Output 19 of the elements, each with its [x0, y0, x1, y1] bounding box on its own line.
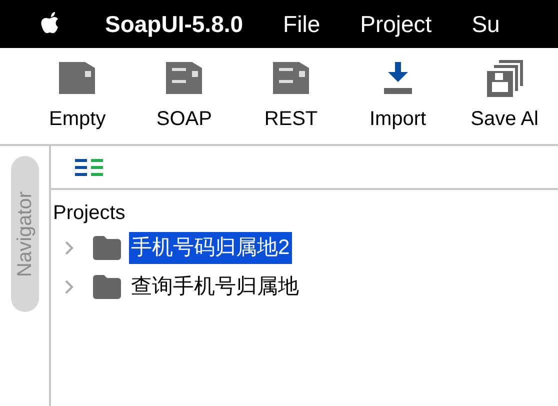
toolbar-button[interactable]: REST [238, 56, 344, 144]
menu-item[interactable]: File [283, 6, 320, 42]
soap-folder-icon [166, 62, 202, 94]
menu-item[interactable]: Project [360, 6, 432, 42]
folder-icon [59, 62, 96, 94]
toolbar-button[interactable]: SOAP [130, 56, 238, 144]
toolbar-button[interactable]: Import [344, 56, 452, 144]
folder-icon [93, 236, 121, 260]
rest-folder-icon [272, 62, 309, 94]
tree-node-label[interactable]: 查询手机号归属地 [129, 271, 301, 303]
folder-icon [93, 275, 121, 299]
floppy-stack-icon [484, 58, 525, 98]
app-name[interactable]: SoapUI-5.8.0 [105, 6, 244, 42]
tree-view-icon[interactable] [75, 157, 105, 177]
toolbar-button[interactable]: Save Al [451, 56, 558, 144]
menu-item[interactable]: Su [472, 6, 500, 42]
tree-root[interactable]: Projects [51, 198, 558, 228]
tree-node-label[interactable]: 手机号码归属地2 [129, 232, 292, 264]
toolbar-button[interactable]: Empty [24, 56, 131, 144]
